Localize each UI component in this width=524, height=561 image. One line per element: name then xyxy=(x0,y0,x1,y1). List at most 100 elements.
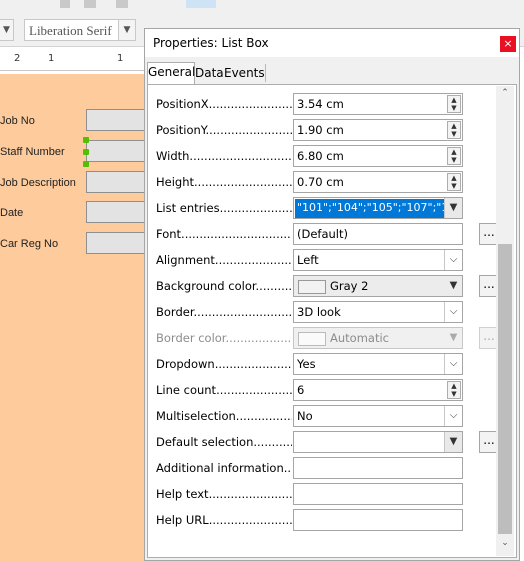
scroll-up-icon[interactable]: ⌃ xyxy=(496,88,514,102)
vertical-scrollbar[interactable]: ⌃ ⌄ xyxy=(496,86,514,556)
prop-label-font: Font....................................… xyxy=(156,227,292,241)
width-value: 6.80 cm xyxy=(297,149,344,163)
chevron-down-icon[interactable]: ▼ xyxy=(118,20,135,40)
chevron-down-icon[interactable]: ⌵ xyxy=(444,302,462,322)
scrollbar-thumb[interactable] xyxy=(498,244,512,534)
field-control-car-reg-no[interactable] xyxy=(86,232,150,254)
color-swatch xyxy=(298,280,326,294)
dialog-title: Properties: List Box xyxy=(153,36,269,50)
line-count-value: 6 xyxy=(297,383,305,397)
spin-up-icon[interactable]: ▲ xyxy=(448,122,460,130)
tab-general[interactable]: General xyxy=(147,62,195,85)
field-label-job-description: Job Description xyxy=(0,177,76,189)
font-name-combo[interactable]: Liberation Serif ▼ xyxy=(24,19,136,41)
spin-down-icon[interactable]: ▼ xyxy=(448,182,460,190)
tab-separator xyxy=(265,64,266,82)
toolbar-icon[interactable] xyxy=(186,0,216,8)
prop-label-multiselection: Multiselection..........................… xyxy=(156,409,292,423)
tab-data[interactable]: Data xyxy=(195,64,224,84)
chevron-down-icon[interactable]: ▼ xyxy=(444,432,462,452)
border-select[interactable]: 3D look ⌵ xyxy=(293,301,463,323)
field-label-job-no: Job No xyxy=(0,115,35,127)
chevron-down-icon[interactable]: ⌵ xyxy=(444,406,462,426)
form-canvas-lower[interactable] xyxy=(0,294,150,561)
prop-label-position-y: PositionY...............................… xyxy=(156,123,292,137)
spin-up-icon[interactable]: ▲ xyxy=(448,382,460,390)
height-spinfield[interactable]: 0.70 cm ▲ ▼ xyxy=(293,171,463,193)
background-color-value: Gray 2 xyxy=(330,279,369,293)
alignment-select[interactable]: Left ⌵ xyxy=(293,249,463,271)
prop-label-border: Border..................................… xyxy=(156,305,292,319)
border-value: 3D look xyxy=(297,305,341,319)
dialog-titlebar[interactable]: Properties: List Box × xyxy=(145,29,519,57)
properties-dialog: Properties: List Box × General Data Even… xyxy=(144,28,520,561)
chevron-down-icon[interactable]: ▼ xyxy=(444,198,462,218)
spin-down-icon[interactable]: ▼ xyxy=(448,104,460,112)
multiselection-select[interactable]: No ⌵ xyxy=(293,405,463,427)
toolbar-icon[interactable] xyxy=(116,0,128,8)
toolbar-icon[interactable] xyxy=(60,0,70,8)
spin-up-icon[interactable]: ▲ xyxy=(448,174,460,182)
help-text-field[interactable] xyxy=(293,483,463,505)
spin-down-icon[interactable]: ▼ xyxy=(448,156,460,164)
position-x-spinfield[interactable]: 3.54 cm ▲ ▼ xyxy=(293,93,463,115)
ruler-mark: 1 xyxy=(117,53,124,64)
prop-label-list-entries: List entries............................… xyxy=(156,201,292,215)
list-entries-combo[interactable]: "101";"104";"105";"107";"108" ▼ xyxy=(293,197,463,219)
border-color-picker: Automatic ▼ xyxy=(293,327,463,349)
tab-events[interactable]: Events xyxy=(224,64,265,84)
spin-down-icon[interactable]: ▼ xyxy=(448,130,460,138)
chevron-down-icon[interactable]: ▼ xyxy=(0,19,14,41)
prop-label-help-text: Help text...............................… xyxy=(156,487,292,501)
selection-handle[interactable] xyxy=(83,149,89,155)
height-value: 0.70 cm xyxy=(297,175,344,189)
field-control-job-description[interactable] xyxy=(86,171,150,193)
prop-label-width: Width...................................… xyxy=(156,149,292,163)
font-field[interactable]: (Default) xyxy=(293,223,463,245)
multiselection-value: No xyxy=(297,409,313,423)
spin-buttons[interactable]: ▲ ▼ xyxy=(447,121,461,139)
list-entries-value[interactable]: "101";"104";"105";"107";"108" xyxy=(295,199,449,218)
spin-buttons[interactable]: ▲ ▼ xyxy=(447,381,461,399)
alignment-value: Left xyxy=(297,253,319,267)
field-control-staff-number[interactable] xyxy=(86,140,150,162)
field-label-date: Date xyxy=(0,207,24,219)
spin-up-icon[interactable]: ▲ xyxy=(448,148,460,156)
selection-handle[interactable] xyxy=(83,137,89,143)
chevron-down-icon[interactable]: ▼ xyxy=(445,276,462,296)
position-y-spinfield[interactable]: 1.90 cm ▲ ▼ xyxy=(293,119,463,141)
chevron-down-icon: ▼ xyxy=(449,332,458,343)
horizontal-ruler: 2 1 1 xyxy=(0,50,150,71)
position-x-value: 3.54 cm xyxy=(297,97,344,111)
form-canvas[interactable]: Job No Staff Number Job Description Date… xyxy=(0,74,150,294)
spin-buttons[interactable]: ▲ ▼ xyxy=(447,95,461,113)
field-label-car-reg-no: Car Reg No xyxy=(0,238,59,250)
spin-buttons[interactable]: ▲ ▼ xyxy=(447,173,461,191)
chevron-down-icon[interactable]: ⌵ xyxy=(444,354,462,374)
line-count-spinfield[interactable]: 6 ▲ ▼ xyxy=(293,379,463,401)
default-selection-combo[interactable]: ▼ xyxy=(293,431,463,453)
close-icon[interactable]: × xyxy=(500,36,516,52)
scroll-down-icon[interactable]: ⌄ xyxy=(496,538,514,552)
toolbar-icon[interactable] xyxy=(84,0,96,8)
field-control-date[interactable] xyxy=(86,201,150,223)
prop-label-height: Height..................................… xyxy=(156,175,292,189)
spin-up-icon[interactable]: ▲ xyxy=(448,96,460,104)
width-spinfield[interactable]: 6.80 cm ▲ ▼ xyxy=(293,145,463,167)
prop-label-additional-information: Additional information..................… xyxy=(156,461,292,475)
dropdown-select[interactable]: Yes ⌵ xyxy=(293,353,463,375)
help-url-field[interactable] xyxy=(293,509,463,531)
field-control-job-no[interactable] xyxy=(86,109,150,131)
prop-label-dropdown: Dropdown................................… xyxy=(156,357,292,371)
chevron-down-icon[interactable]: ⌵ xyxy=(444,250,462,270)
spin-down-icon[interactable]: ▼ xyxy=(448,390,460,398)
spin-buttons[interactable]: ▲ ▼ xyxy=(447,147,461,165)
background-color-picker[interactable]: Gray 2 ▼ xyxy=(293,275,463,297)
prop-label-line-count: Line count..............................… xyxy=(156,383,292,397)
selection-handle[interactable] xyxy=(83,161,89,167)
prop-label-border-color: Border color............................… xyxy=(156,331,292,345)
field-label-staff-number: Staff Number xyxy=(0,146,65,158)
position-y-value: 1.90 cm xyxy=(297,123,344,137)
additional-information-field[interactable] xyxy=(293,457,463,479)
ruler-mark: 2 xyxy=(14,53,21,64)
